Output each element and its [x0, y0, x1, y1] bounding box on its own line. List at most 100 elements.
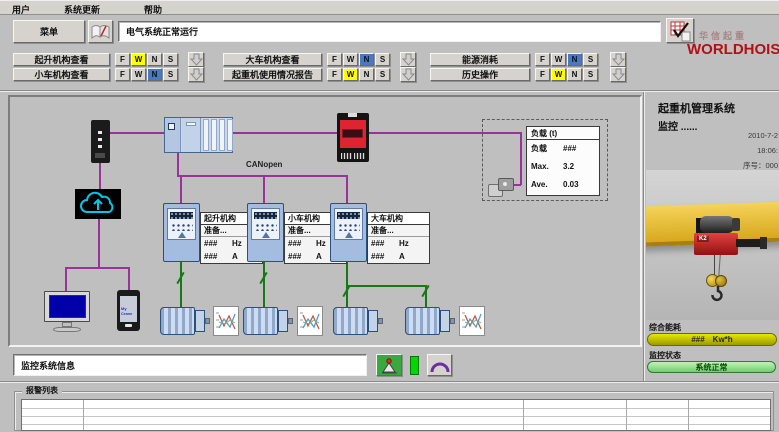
cloud-upload-icon	[75, 189, 121, 219]
status-indicator-bar	[410, 356, 419, 375]
load-panel: 负载 (t) 负载 ### Max. 3.2 Ave. 0.03	[526, 126, 600, 196]
nav-scroll-down-button[interactable]	[400, 67, 416, 82]
mode-button-N[interactable]: N	[147, 68, 162, 81]
time-label: 18:06:	[650, 146, 778, 155]
monitor-info-field[interactable]: 监控系统信息	[13, 354, 367, 376]
alarm-table[interactable]	[21, 399, 771, 431]
power-cable-line	[346, 285, 427, 287]
mode-button-N[interactable]: N	[567, 68, 582, 81]
down-arrow-icon	[402, 68, 415, 81]
load-ave-row: Ave. 0.03	[527, 176, 599, 194]
network-cable-line	[180, 177, 182, 204]
down-arrow-icon	[402, 53, 415, 66]
drive-info-box: 大车机构准备...###Hz###A	[367, 212, 430, 264]
motor-icon	[405, 307, 455, 335]
down-arrow-icon	[612, 53, 625, 66]
motor-trend-chart-icon	[297, 306, 323, 336]
menu-bar: 用户 系统更新 帮助	[0, 0, 779, 15]
load-row: 负载 ###	[527, 140, 599, 158]
hoist-model-label: K2	[697, 236, 709, 242]
mode-button-F[interactable]: F	[115, 68, 130, 81]
down-arrow-icon	[190, 53, 203, 66]
mode-button-F[interactable]: F	[535, 53, 550, 66]
nav-view-button-0[interactable]: 起升机构查看	[13, 53, 110, 66]
mode-button-N[interactable]: N	[359, 53, 374, 66]
motor-icon	[160, 307, 210, 335]
down-arrow-icon	[612, 68, 625, 81]
crane-scada-window: 用户 系统更新 帮助 菜单 电气系统正常运行 华信起重 WORLDHOIST	[0, 0, 779, 432]
nav-view-button-1[interactable]: 大车机构查看	[223, 53, 322, 66]
smartphone-icon: My Crane	[117, 290, 140, 331]
mode-button-S[interactable]: S	[163, 68, 178, 81]
nav-view-button-4[interactable]: 起重机使用情况报告	[223, 68, 322, 81]
mode-button-N[interactable]: N	[147, 53, 162, 66]
mode-button-F[interactable]: F	[327, 68, 342, 81]
menu-item-system-update[interactable]: 系统更新	[64, 3, 100, 16]
mode-button-S[interactable]: S	[375, 53, 390, 66]
mode-button-W[interactable]: W	[551, 53, 566, 66]
nav-view-button-5[interactable]: 历史操作	[430, 68, 530, 81]
mode-button-N[interactable]: N	[359, 68, 374, 81]
mode-button-F[interactable]: F	[327, 53, 342, 66]
network-cable-line	[98, 219, 100, 268]
hoist-product-photo: K2	[646, 170, 779, 320]
motor-trend-chart-icon	[213, 306, 239, 336]
mode-button-W[interactable]: W	[343, 68, 358, 81]
mode-button-W[interactable]: W	[551, 68, 566, 81]
date-label: 2010-7-2	[650, 131, 778, 140]
nav-scroll-down-button[interactable]	[188, 67, 204, 82]
network-cable-line	[520, 134, 522, 185]
network-cable-line	[99, 163, 101, 190]
network-cable-line	[65, 269, 67, 293]
right-panel-divider	[643, 92, 645, 382]
menu-button[interactable]: 菜单	[13, 20, 85, 43]
meter-book-icon-button[interactable]	[88, 20, 113, 43]
motor-icon	[333, 307, 383, 335]
ethernet-switch-icon	[91, 120, 110, 163]
mode-button-W[interactable]: W	[343, 53, 358, 66]
alarm-beacon-button[interactable]	[376, 354, 402, 376]
power-cable-line	[263, 262, 265, 307]
mode-button-S[interactable]: S	[583, 68, 598, 81]
separator-line	[0, 90, 779, 92]
confirm-checklist-button[interactable]	[666, 18, 694, 43]
nav-scroll-down-button[interactable]	[400, 52, 416, 67]
arc-icon	[429, 356, 451, 374]
menu-item-help[interactable]: 帮助	[144, 3, 162, 16]
nav-view-button-3[interactable]: 小车机构查看	[13, 68, 110, 81]
mode-button-S[interactable]: S	[163, 53, 178, 66]
system-status-field[interactable]: 电气系统正常运行	[118, 21, 661, 42]
load-max-row: Max. 3.2	[527, 158, 599, 176]
monitor-status-label: 监控状态	[649, 350, 681, 361]
mode-button-S[interactable]: S	[583, 53, 598, 66]
network-cable-line	[128, 269, 130, 292]
menu-item-user[interactable]: 用户	[12, 3, 30, 16]
load-cell-sensor-icon	[488, 176, 516, 200]
motor-trend-chart-icon	[459, 306, 485, 336]
network-cable-line	[177, 153, 179, 176]
mode-button-W[interactable]: W	[131, 53, 146, 66]
system-status-bar: 系统正常	[647, 361, 776, 373]
nav-view-button-2[interactable]: 能源消耗	[430, 53, 530, 66]
nav-scroll-down-button[interactable]	[610, 67, 626, 82]
desktop-computer-icon	[44, 291, 90, 334]
wire-rope-hoist: K2	[688, 212, 778, 312]
drive-status: 准备...	[368, 225, 429, 237]
mode-button-W[interactable]: W	[131, 68, 146, 81]
vfd-drive-icon	[247, 203, 284, 262]
mode-button-F[interactable]: F	[535, 68, 550, 81]
protection-relay-icon	[337, 113, 369, 162]
checklist-check-icon	[668, 20, 692, 42]
alarm-list-title: 报警列表	[22, 385, 62, 396]
hoist-body: K2	[694, 233, 738, 255]
brand-logo: WORLDHOIST	[687, 41, 779, 58]
load-panel-title: 负载 (t)	[527, 127, 599, 140]
energy-bar: ### Kw*h	[647, 333, 777, 346]
crane-hook	[710, 286, 726, 309]
mode-button-N[interactable]: N	[567, 53, 582, 66]
mode-button-F[interactable]: F	[115, 53, 130, 66]
nav-scroll-down-button[interactable]	[610, 52, 626, 67]
nav-scroll-down-button[interactable]	[188, 52, 204, 67]
arc-bridge-button[interactable]	[427, 354, 452, 376]
mode-button-S[interactable]: S	[375, 68, 390, 81]
